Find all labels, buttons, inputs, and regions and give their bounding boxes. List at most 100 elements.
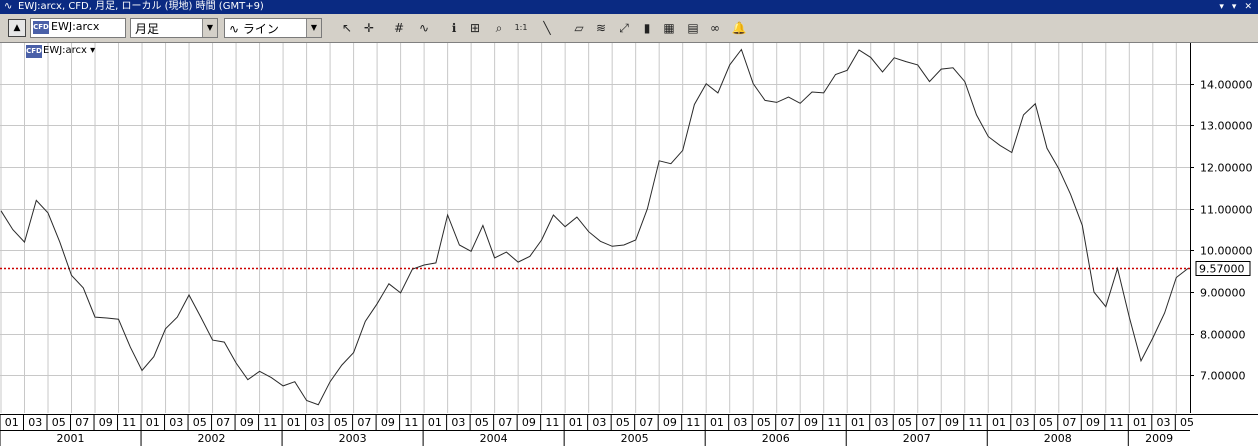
- period-select[interactable]: 月足 ▼: [130, 18, 218, 38]
- month-tick-label: 07: [75, 416, 89, 429]
- window-controls: ▾ ▾ ✕: [1219, 0, 1252, 14]
- month-tick-label: 07: [216, 416, 230, 429]
- eraser-icon[interactable]: ▱: [570, 19, 588, 37]
- zoom-icon[interactable]: ⌕: [490, 19, 508, 37]
- month-tick-label: 03: [169, 416, 183, 429]
- month-tick-label: 01: [992, 416, 1006, 429]
- month-tick-label: 11: [686, 416, 700, 429]
- month-tick-label: 01: [428, 416, 442, 429]
- month-tick-label: 05: [193, 416, 207, 429]
- year-tick-label: 2001: [57, 432, 85, 445]
- price-chart: 7.00000 8.00000 9.00000 10.00000 11.00000 12.…: [0, 42, 1258, 446]
- link-icon[interactable]: ∞: [706, 19, 724, 37]
- chart-properties-icon[interactable]: ▦: [660, 19, 678, 37]
- style-value: ∿ ライン: [229, 22, 279, 36]
- y-tick-label: 11.00000: [1200, 204, 1253, 217]
- close-button[interactable]: ✕: [1244, 0, 1252, 14]
- minimize-button[interactable]: ▾: [1219, 0, 1224, 14]
- cursor-icon[interactable]: ↖: [338, 19, 356, 37]
- month-tick-label: 01: [710, 416, 724, 429]
- month-tick-label: 03: [28, 416, 42, 429]
- month-tick-label: 11: [263, 416, 277, 429]
- month-tick-label: 05: [475, 416, 489, 429]
- month-tick-label: 03: [1157, 416, 1171, 429]
- legend-label: EWJ:arcx ▾: [43, 45, 96, 56]
- data-window-icon[interactable]: ⊞: [466, 19, 484, 37]
- month-tick-label: 09: [240, 416, 254, 429]
- style-label: ライン: [242, 22, 279, 36]
- month-tick-label: 11: [122, 416, 136, 429]
- month-tick-label: 05: [52, 416, 66, 429]
- cfd-badge: CFD: [33, 21, 49, 34]
- month-tick-label: 01: [851, 416, 865, 429]
- month-tick-label: 11: [827, 416, 841, 429]
- grid-icon[interactable]: #: [390, 19, 408, 37]
- month-tick-label: 01: [569, 416, 583, 429]
- year-tick-label: 2009: [1145, 432, 1173, 445]
- scale-icon[interactable]: ⤢: [615, 19, 633, 37]
- year-tick-label: 2003: [339, 432, 367, 445]
- month-tick-label: 05: [898, 416, 912, 429]
- year-tick-label: 2002: [198, 432, 226, 445]
- month-tick-label: 09: [804, 416, 818, 429]
- last-value-label: 9.57000: [1199, 263, 1245, 276]
- candles-icon[interactable]: ▮: [638, 19, 656, 37]
- y-tick-label: 7.00000: [1200, 370, 1246, 383]
- legend-cfd-badge: CFD: [26, 45, 42, 58]
- month-tick-label: 03: [1016, 416, 1030, 429]
- month-tick-label: 11: [1110, 416, 1124, 429]
- month-tick-label: 07: [1063, 416, 1077, 429]
- chevron-down-icon[interactable]: ▼: [202, 19, 217, 37]
- y-tick-label: 13.00000: [1200, 120, 1253, 133]
- fibonacci-icon[interactable]: ≋: [592, 19, 610, 37]
- year-tick-label: 2006: [762, 432, 790, 445]
- period-value: 月足: [135, 22, 160, 36]
- month-tick-label: 05: [1180, 416, 1194, 429]
- restore-button[interactable]: ▾: [1232, 0, 1237, 14]
- month-tick-label: 09: [663, 416, 677, 429]
- month-tick-label: 03: [733, 416, 747, 429]
- month-tick-label: 07: [780, 416, 794, 429]
- month-tick-label: 05: [1039, 416, 1053, 429]
- month-tick-label: 01: [1133, 416, 1147, 429]
- y-tick-label: 8.00000: [1200, 329, 1246, 342]
- collapse-arrow-icon[interactable]: ▲: [8, 19, 26, 37]
- month-tick-label: 09: [381, 416, 395, 429]
- crosshair-icon[interactable]: ✛: [360, 19, 378, 37]
- info-icon[interactable]: ℹ: [445, 19, 463, 37]
- line-tool-icon[interactable]: ╲: [538, 19, 556, 37]
- month-tick-label: 03: [451, 416, 465, 429]
- template-icon[interactable]: ▤: [684, 19, 702, 37]
- symbol-text: EWJ:arcx: [51, 20, 100, 33]
- chart-style-select[interactable]: ∿ ライン ▼: [224, 18, 322, 38]
- month-tick-label: 05: [616, 416, 630, 429]
- month-tick-label: 07: [357, 416, 371, 429]
- symbol-input[interactable]: CFD EWJ:arcx: [30, 18, 126, 38]
- month-tick-label: 05: [757, 416, 771, 429]
- y-tick-label: 9.00000: [1200, 287, 1246, 300]
- window-titlebar: ∿ EWJ:arcx, CFD, 月足, ローカル (現地) 時間 (GMT+9…: [0, 0, 1258, 14]
- month-tick-label: 11: [404, 416, 418, 429]
- year-tick-label: 2008: [1044, 432, 1072, 445]
- year-tick-label: 2007: [903, 432, 931, 445]
- month-tick-label: 07: [921, 416, 935, 429]
- month-tick-label: 09: [522, 416, 536, 429]
- y-tick-label: 10.00000: [1200, 245, 1253, 258]
- month-tick-label: 03: [874, 416, 888, 429]
- chevron-down-icon[interactable]: ▼: [306, 19, 321, 37]
- window-title: EWJ:arcx, CFD, 月足, ローカル (現地) 時間 (GMT+9): [18, 1, 264, 12]
- month-tick-label: 01: [5, 416, 19, 429]
- month-tick-label: 01: [287, 416, 301, 429]
- month-tick-label: 01: [146, 416, 160, 429]
- year-tick-label: 2004: [480, 432, 508, 445]
- ratio-icon[interactable]: 1:1: [512, 19, 530, 37]
- month-tick-label: 03: [310, 416, 324, 429]
- month-tick-label: 05: [334, 416, 348, 429]
- month-tick-label: 07: [498, 416, 512, 429]
- alert-bell-icon[interactable]: 🔔: [730, 19, 748, 37]
- indicator-icon[interactable]: ∿: [415, 19, 433, 37]
- y-tick-label: 12.00000: [1200, 162, 1253, 175]
- month-tick-label: 11: [545, 416, 559, 429]
- year-tick-label: 2005: [621, 432, 649, 445]
- month-tick-label: 09: [99, 416, 113, 429]
